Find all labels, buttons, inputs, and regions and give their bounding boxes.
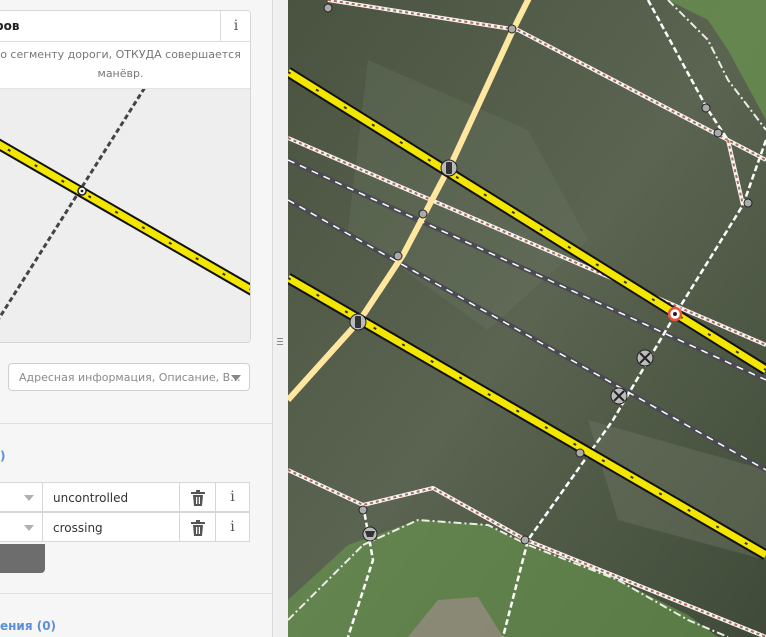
turn-restriction-viewer[interactable] <box>0 53 250 342</box>
add-tag-button[interactable] <box>0 544 45 573</box>
section-divider <box>0 423 272 424</box>
panel-header: ров i <box>0 11 250 42</box>
tag-value-text: crossing <box>53 521 103 535</box>
panel-description: о сегменту дороги, ОТКУДА совершается ма… <box>0 45 250 83</box>
preview-footway <box>0 53 168 320</box>
delete-tag-button[interactable] <box>180 482 216 512</box>
address-preset-combo[interactable]: Адресная информация, Описание, В... <box>8 363 250 391</box>
panel-title: ров <box>0 19 20 33</box>
resizer-line <box>272 0 273 637</box>
preview-vertex-center <box>80 189 84 193</box>
selected-vertex[interactable] <box>667 306 683 322</box>
tag-key-input[interactable] <box>0 512 43 542</box>
poi-cart-icon[interactable] <box>362 526 378 542</box>
table-row: crossing i <box>0 512 250 542</box>
turn-restriction-preview <box>0 53 250 320</box>
address-combo-placeholder: Адресная информация, Описание, В... <box>19 371 241 384</box>
tag-info-button[interactable]: i <box>216 482 250 512</box>
tags-section-toggle[interactable]: ) <box>0 449 5 463</box>
sidebar: ров i о сегменту дороги, ОТКУДА совершае… <box>0 0 272 637</box>
map-canvas[interactable] <box>288 0 766 637</box>
tag-info-button[interactable]: i <box>216 512 250 542</box>
section-divider <box>0 593 272 594</box>
relations-section-toggle[interactable]: ения (0) <box>0 619 56 633</box>
chevron-down-icon[interactable] <box>231 375 241 381</box>
panel-description-line2: манёвр. <box>97 67 144 80</box>
resizer-grip-icon[interactable] <box>277 336 283 350</box>
tag-table: uncontrolled i crossing i <box>0 482 250 544</box>
trash-icon <box>191 520 205 536</box>
turn-restriction-panel: ров i о сегменту дороги, ОТКУДА совершае… <box>0 10 251 343</box>
panel-info-button[interactable]: i <box>220 11 250 41</box>
table-row: uncontrolled i <box>0 482 250 512</box>
tag-value-text: uncontrolled <box>53 491 129 505</box>
chevron-down-icon[interactable] <box>24 495 34 501</box>
tag-value-input[interactable]: crossing <box>43 512 180 542</box>
chevron-down-icon[interactable] <box>24 525 34 531</box>
panel-description-line1: о сегменту дороги, ОТКУДА совершается <box>0 48 241 61</box>
trash-icon <box>191 490 205 506</box>
tag-key-input[interactable] <box>0 482 43 512</box>
delete-tag-button[interactable] <box>180 512 216 542</box>
sidebar-resizer[interactable] <box>272 0 288 637</box>
map-svg <box>288 0 766 637</box>
tag-value-input[interactable]: uncontrolled <box>43 482 180 512</box>
